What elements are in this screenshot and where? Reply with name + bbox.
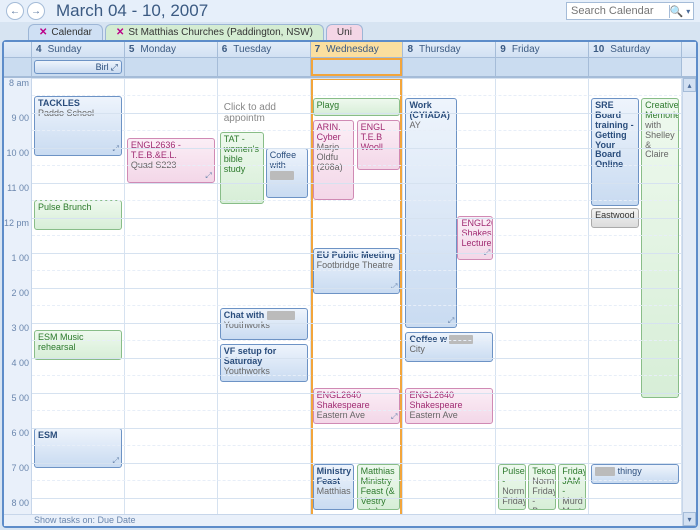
event-work[interactable]: Work (CYIADA)AY⤢ <box>405 98 457 328</box>
day-header-thu[interactable]: 8Thursday <box>403 42 496 57</box>
search-box[interactable]: 🔍 ▾ <box>566 2 694 20</box>
day-col-mon[interactable]: ENGL2636 - T.E.B.&E.L.Quad S223⤢ <box>125 78 218 526</box>
nav-fwd-button[interactable]: → <box>27 2 45 20</box>
day-header-wed[interactable]: 7Wednesday <box>311 42 404 57</box>
day-col-fri[interactable]: Pulse -Norm Friday TekoaNorm Friday - Bo… <box>496 78 589 526</box>
tab-calendar[interactable]: ✕Calendar <box>28 24 103 40</box>
event-friday-jam[interactable]: Friday JAM -Murd Myste <box>558 464 586 510</box>
event-creative-memories[interactable]: Creative Memorieswith Shelley & Claire <box>641 98 679 398</box>
allday-cell-tue[interactable] <box>218 58 311 76</box>
event-sre[interactable]: SRE Board training - Getting Your Board … <box>591 98 639 206</box>
event-ministry-feast[interactable]: Ministry FeastMatthias <box>313 464 355 510</box>
event-tackles[interactable]: TACKLESPaddo School⤢ <box>34 96 122 156</box>
day-header-sat[interactable]: 10Saturday <box>589 42 682 57</box>
allday-cell-thu[interactable] <box>403 58 496 76</box>
allday-cell-mon[interactable] <box>125 58 218 76</box>
event-coffee[interactable]: Coffee with <box>266 148 308 198</box>
day-col-sun[interactable]: TACKLESPaddo School⤢ Pulse Brunch ESM Mu… <box>32 78 125 526</box>
day-header-tue[interactable]: 6Tuesday <box>218 42 311 57</box>
event-engl-teb[interactable]: ENGL T.E.B Wooll <box>357 120 401 170</box>
tasks-footer: Show tasks on: Due Date <box>4 514 682 526</box>
nav-back-button[interactable]: ← <box>6 2 24 20</box>
date-range-title: March 04 - 10, 2007 <box>56 1 566 21</box>
search-input[interactable] <box>567 3 669 19</box>
search-dropdown-icon[interactable]: ▾ <box>683 7 693 16</box>
day-col-sat[interactable]: SRE Board training - Getting Your Board … <box>589 78 682 526</box>
day-header-fri[interactable]: 9Friday <box>496 42 589 57</box>
event-esm[interactable]: ESM⤢ <box>34 428 122 468</box>
expand-icon: ⤢ <box>391 413 397 422</box>
event-tekoa[interactable]: TekoaNorm Friday - Board Game <box>528 464 556 510</box>
allday-event[interactable]: Birl⤢ <box>34 60 122 74</box>
event-tat[interactable]: TAT - women's bible study <box>220 132 264 204</box>
close-icon[interactable]: ✕ <box>116 27 124 38</box>
event-thingy[interactable]: thingy <box>591 464 679 484</box>
event-chat[interactable]: Chat with Youthworks <box>220 308 308 340</box>
vertical-scrollbar[interactable]: ▴ ▾ <box>682 78 696 526</box>
expand-icon: ⤢ <box>111 62 118 73</box>
expand-icon: ⤢ <box>112 145 118 154</box>
calendar-tabs: ✕Calendar ✕St Matthias Churches (Padding… <box>0 22 700 40</box>
search-icon[interactable]: 🔍 <box>669 5 684 18</box>
tab-stmatthias[interactable]: ✕St Matthias Churches (Paddington, NSW) <box>105 24 324 40</box>
day-col-tue[interactable]: Click to add appointm TAT - women's bibl… <box>218 78 311 526</box>
calendar-grid: 4Sunday 5Monday 6Tuesday 7Wednesday 8Thu… <box>2 40 698 528</box>
day-col-thu[interactable]: Work (CYIADA)AY⤢ ENGL264 Shakespe Lectur… <box>403 78 496 526</box>
event-vf-setup[interactable]: VF setup for SaturdayYouthworks <box>220 344 308 382</box>
scroll-up-button[interactable]: ▴ <box>683 78 696 92</box>
event-engl2636[interactable]: ENGL2636 - T.E.B.&E.L.Quad S223⤢ <box>127 138 215 183</box>
event-arin[interactable]: ARIN. CyberMarjo Oldfu (208a) <box>313 120 355 200</box>
expand-icon: ⤢ <box>112 457 118 466</box>
allday-cell-sat[interactable] <box>589 58 682 76</box>
allday-cell-wed[interactable] <box>311 58 404 76</box>
allday-cell-sun[interactable]: Birl⤢ <box>32 58 125 76</box>
scroll-down-button[interactable]: ▾ <box>683 512 696 526</box>
time-gutter: 8 am 9 00 10 00 11 00 12 pm 1 00 2 00 3 … <box>4 78 32 526</box>
day-header-mon[interactable]: 5Monday <box>125 42 218 57</box>
close-icon[interactable]: ✕ <box>39 27 47 38</box>
event-esm-rehearsal[interactable]: ESM Music rehearsal <box>34 330 122 360</box>
day-col-wed[interactable]: Playg ARIN. CyberMarjo Oldfu (208a) ENGL… <box>311 78 404 526</box>
event-matthias-feast[interactable]: Matthias Ministry Feast (& Vestry mtg) <box>357 464 401 510</box>
all-day-row: Birl⤢ <box>4 58 696 78</box>
event-pulse-fri[interactable]: Pulse -Norm Friday <box>498 464 526 510</box>
event-pulse-brunch[interactable]: Pulse Brunch <box>34 200 122 230</box>
allday-cell-fri[interactable] <box>496 58 589 76</box>
day-headers: 4Sunday 5Monday 6Tuesday 7Wednesday 8Thu… <box>4 42 696 58</box>
day-header-sun[interactable]: 4Sunday <box>32 42 125 57</box>
tab-uni[interactable]: Uni <box>326 24 363 40</box>
expand-icon: ⤢ <box>205 172 211 181</box>
expand-icon: ⤢ <box>448 317 454 326</box>
